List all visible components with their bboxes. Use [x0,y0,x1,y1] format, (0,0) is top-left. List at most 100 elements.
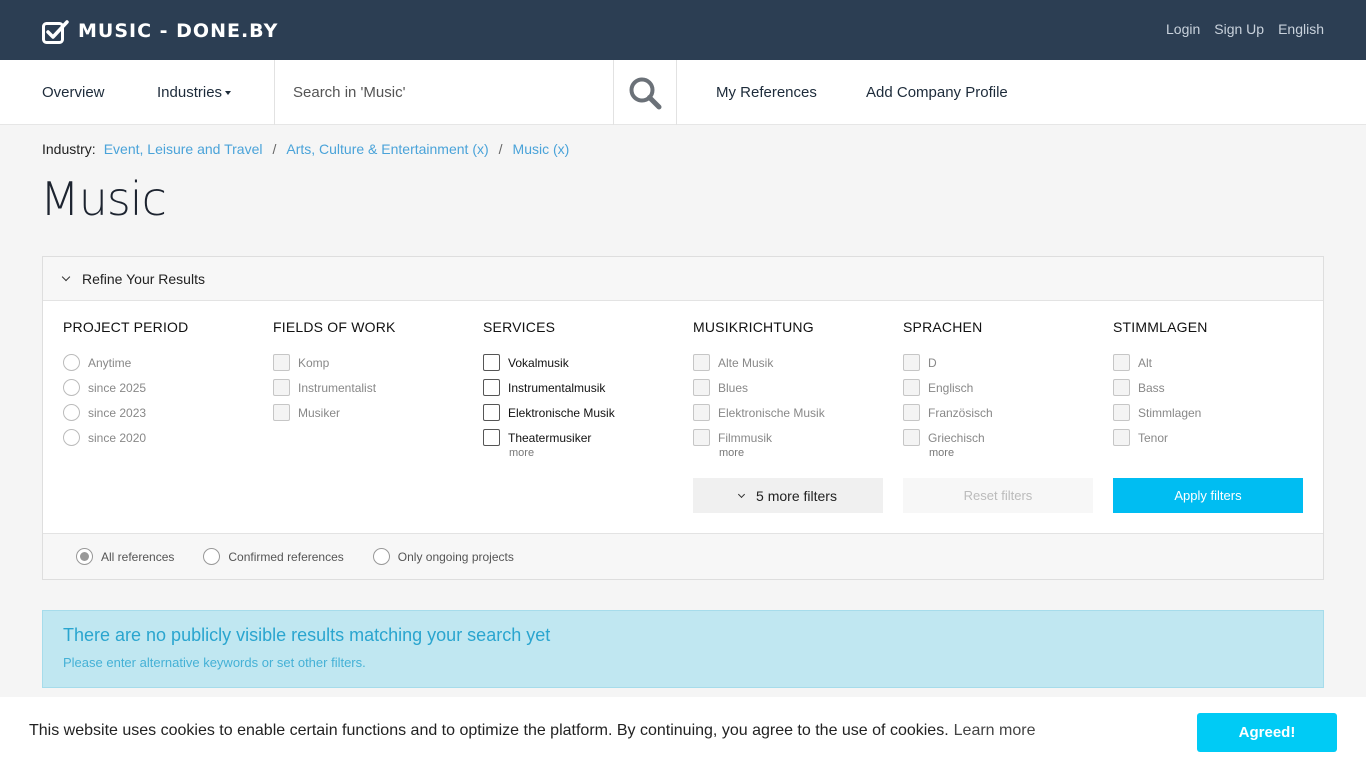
filter-project-period: PROJECT PERIOD Anytime since 2025 since … [63,319,263,450]
nav-overview[interactable]: Overview [42,60,105,125]
option-label: Elektronische Musik [718,405,825,420]
radio-selected-icon [76,548,93,565]
option-label: Tenor [1138,430,1169,445]
option-label: Stimmlagen [1138,405,1202,420]
option-label: Theatermusiker [508,430,592,445]
login-link[interactable]: Login [1166,21,1200,37]
radio-ongoing-projects[interactable]: Only ongoing projects [372,548,514,565]
checkbox-icon [273,379,290,396]
filter-option[interactable]: Vokalmusik [483,350,683,375]
cookie-text: This website uses cookies to enable cert… [29,722,1035,740]
option-label: Elektronische Musik [508,405,615,420]
filter-musikrichtung: MUSIKRICHTUNG Alte Musik Blues Elektroni… [693,319,893,459]
checkbox-icon [483,429,500,446]
no-results-alert: There are no publicly visible results ma… [42,610,1324,688]
filter-option[interactable]: Instrumentalist [273,375,473,400]
option-label: since 2023 [88,405,147,420]
checkbox-icon [1113,379,1130,396]
brand-logo[interactable]: MUSIC - DONE.BY [42,18,278,44]
option-label: D [928,355,937,370]
alert-title: There are no publicly visible results ma… [63,625,551,645]
search-button[interactable] [614,60,677,125]
more-link[interactable]: more [929,447,1103,459]
more-filters-button[interactable]: 5 more filters [693,478,883,513]
radio-all-references[interactable]: All references [76,548,174,565]
page-title: Music [40,172,167,226]
filter-heading: SPRACHEN [903,319,983,335]
search-box [274,60,614,125]
option-label: since 2025 [88,380,147,395]
option-label: All references [101,549,175,564]
checkbox-logo-icon [42,19,69,44]
brand-name: MUSIC - DONE.BY [78,20,279,42]
filter-option[interactable]: Alt [1113,350,1313,375]
more-link[interactable]: more [719,447,893,459]
breadcrumb-item-event[interactable]: Event, Leisure and Travel [104,141,263,157]
refine-title: Refine Your Results [82,270,205,287]
option-label: Französisch [928,405,993,420]
cookie-learn-more-link[interactable]: Learn more [954,722,1036,739]
filter-option[interactable]: Englisch [903,375,1103,400]
option-label: Instrumentalmusik [508,380,606,395]
option-label: Griechisch [928,430,985,445]
apply-filters-button[interactable]: Apply filters [1113,478,1303,513]
filter-option[interactable]: Bass [1113,375,1313,400]
breadcrumb-item-arts[interactable]: Arts, Culture & Entertainment (x) [286,141,488,157]
nav-industries[interactable]: Industries [157,60,232,125]
language-link[interactable]: English [1278,21,1324,37]
reference-filter: All references Confirmed references Only… [43,533,1323,579]
signup-link[interactable]: Sign Up [1214,21,1264,37]
filter-option[interactable]: Komp [273,350,473,375]
nav-industries-label: Industries [157,84,223,101]
filter-option[interactable]: since 2023 [63,400,263,425]
filter-option[interactable]: Französisch [903,400,1103,425]
filter-option[interactable]: Anytime [63,350,263,375]
chevron-down-icon [737,490,746,498]
checkbox-icon [693,404,710,421]
filter-option[interactable]: Elektronische Musik [693,400,893,425]
search-input[interactable] [275,60,613,125]
radio-icon [63,354,80,371]
breadcrumb-item-music[interactable]: Music (x) [513,141,570,157]
top-links: Login Sign Up English [1166,21,1324,37]
nav-my-references[interactable]: My References [716,60,817,125]
checkbox-icon [1113,404,1130,421]
filter-option[interactable]: D [903,350,1103,375]
top-bar: MUSIC - DONE.BY Login Sign Up English [0,0,1366,60]
filter-option[interactable]: Alte Musik [693,350,893,375]
filter-option[interactable]: Musiker [273,400,473,425]
option-label: Englisch [928,380,974,395]
chevron-down-icon [61,272,71,282]
option-label: Anytime [88,355,132,370]
cookie-banner: This website uses cookies to enable cert… [0,697,1366,768]
filter-option[interactable]: Stimmlagen [1113,400,1313,425]
checkbox-icon [273,404,290,421]
refine-toggle[interactable]: Refine Your Results [43,257,1323,301]
breadcrumb: Industry: Event, Leisure and Travel / Ar… [42,141,569,157]
checkbox-icon [903,379,920,396]
option-label: Confirmed references [228,549,344,564]
filter-option[interactable]: Instrumentalmusik [483,375,683,400]
more-link[interactable]: more [509,447,683,459]
main-nav: Overview Industries My References Add Co… [0,60,1366,125]
checkbox-icon [693,379,710,396]
breadcrumb-label: Industry: [42,141,96,157]
filter-fields-of-work: FIELDS OF WORK Komp Instrumentalist Musi… [273,319,473,425]
filter-option[interactable]: Blues [693,375,893,400]
breadcrumb-separator: / [498,141,503,157]
reset-filters-button[interactable]: Reset filters [903,478,1093,513]
cookie-accept-button[interactable]: Agreed! [1197,713,1337,752]
option-label: Alte Musik [718,355,774,370]
filter-option[interactable]: Tenor [1113,425,1313,450]
cookie-message: This website uses cookies to enable cert… [29,722,949,739]
filter-option[interactable]: Elektronische Musik [483,400,683,425]
nav-add-company-profile[interactable]: Add Company Profile [866,60,1008,125]
alert-text: Please enter alternative keywords or set… [63,655,366,670]
option-label: Vokalmusik [508,355,569,370]
filter-heading: FIELDS OF WORK [273,319,396,335]
option-label: Komp [298,355,330,370]
filter-option[interactable]: since 2020 [63,425,263,450]
filter-option[interactable]: since 2025 [63,375,263,400]
radio-confirmed-references[interactable]: Confirmed references [203,548,344,565]
filter-heading: SERVICES [483,319,556,335]
